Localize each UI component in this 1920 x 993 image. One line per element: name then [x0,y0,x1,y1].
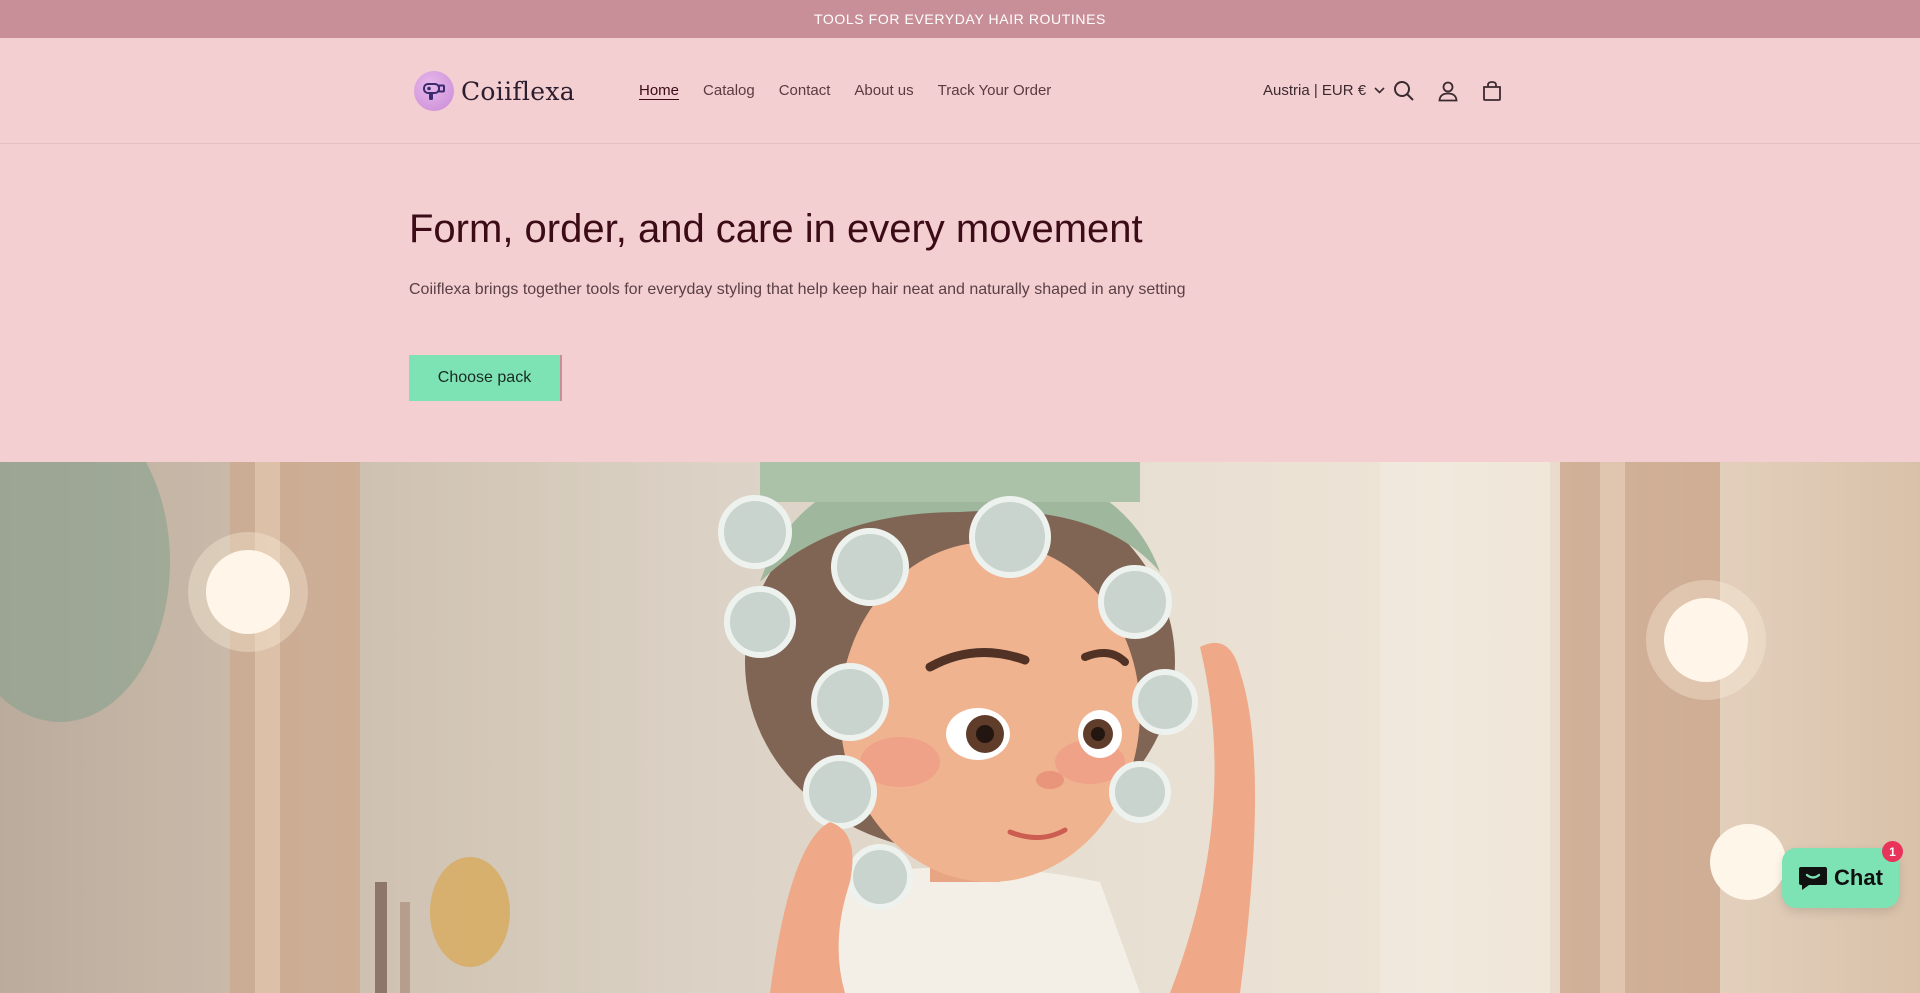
chat-button[interactable]: Chat [1782,848,1899,908]
choose-pack-button[interactable]: Choose pack [409,355,560,401]
logo-link[interactable]: Coiiflexa [414,71,575,111]
hair-dryer-icon [414,71,454,111]
account-icon[interactable] [1436,79,1460,103]
chat-label: Chat [1834,865,1883,890]
announcement-bar: TOOLS FOR EVERYDAY HAIR ROUTINES [0,0,1920,38]
locale-label: Austria | EUR € [1263,82,1367,99]
hero-subtitle: Coiiflexa brings together tools for ever… [409,281,1186,298]
nav-track-order[interactable]: Track Your Order [938,82,1052,99]
chat-notification-badge: 1 [1882,841,1903,862]
country-currency-selector[interactable]: Austria | EUR € [1263,82,1385,99]
nav-contact[interactable]: Contact [779,82,831,99]
nav-catalog[interactable]: Catalog [703,82,755,99]
main-nav: Home Catalog Contact About us Track Your… [639,82,1051,99]
cart-icon[interactable] [1480,79,1504,103]
nav-about-us[interactable]: About us [854,82,913,99]
search-icon[interactable] [1392,79,1416,103]
hero-title: Form, order, and care in every movement [409,207,1143,251]
announcement-text: TOOLS FOR EVERYDAY HAIR ROUTINES [813,11,1106,27]
site-header: Coiiflexa Home Catalog Contact About us … [0,38,1920,144]
nav-home[interactable]: Home [639,82,679,99]
hero-image [0,462,1920,993]
logo-text: Coiiflexa [461,76,575,106]
chevron-down-icon [1374,87,1385,94]
chat-bubble-icon [1799,867,1828,890]
